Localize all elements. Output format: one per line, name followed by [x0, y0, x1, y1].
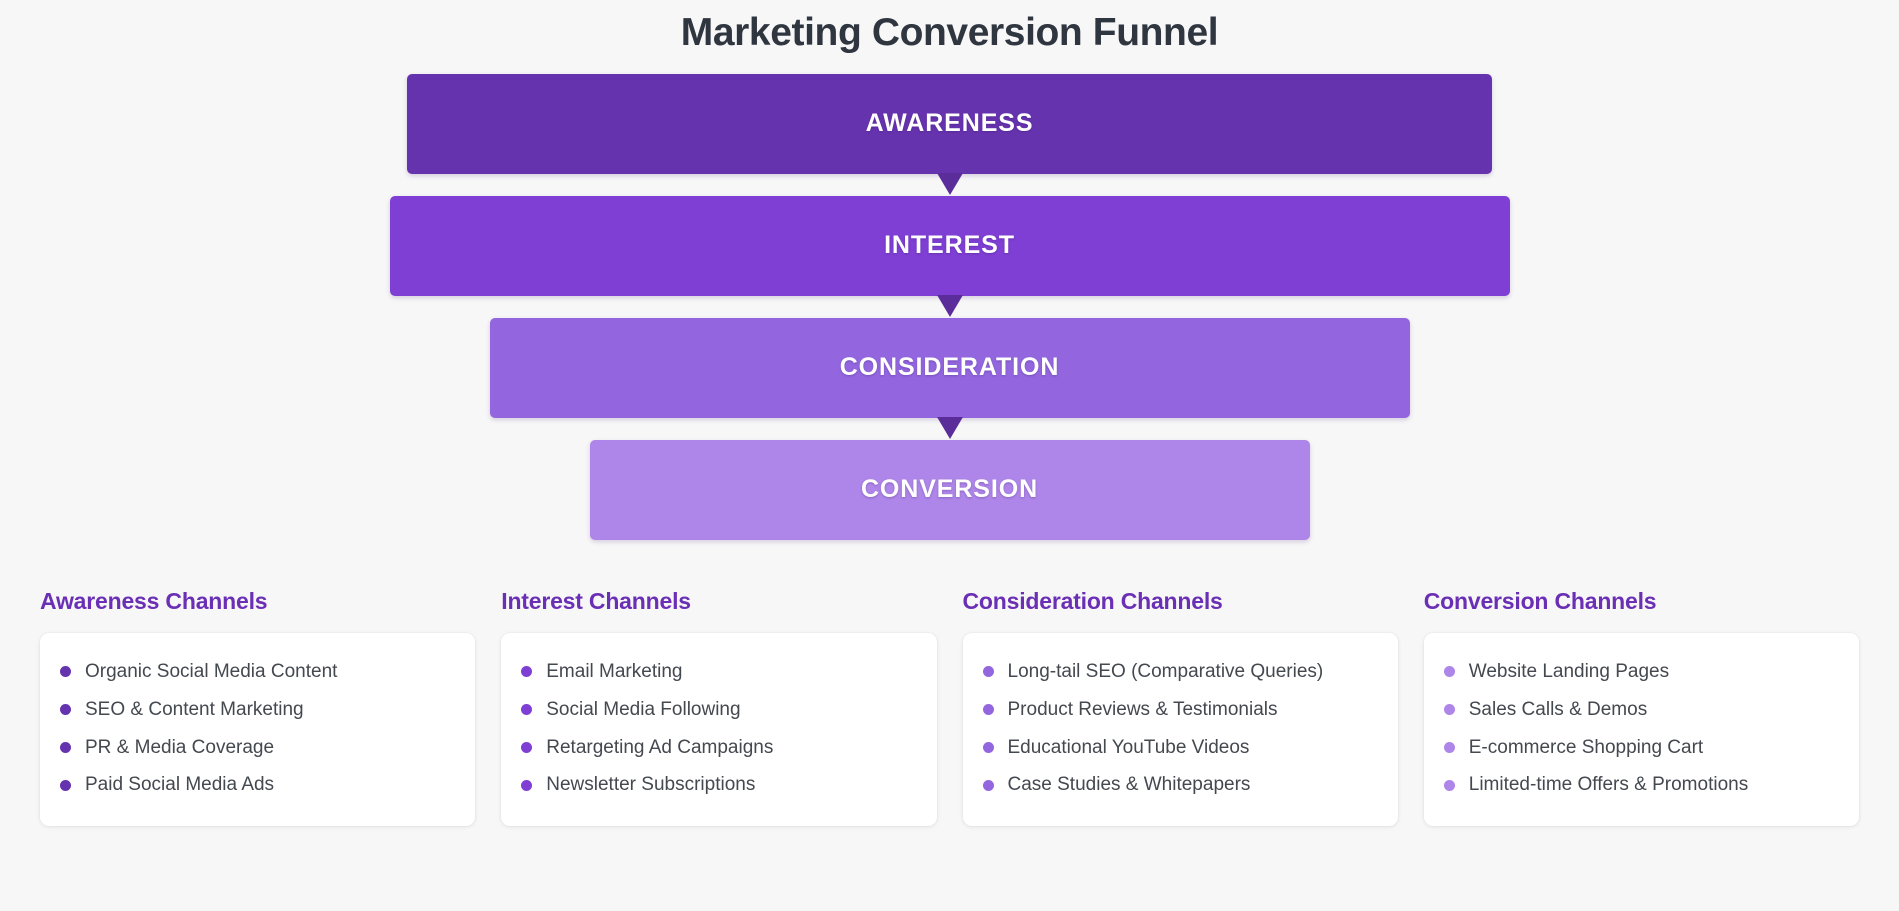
list-item-label: Organic Social Media Content — [85, 661, 338, 682]
channel-column-interest: Interest Channels Email Marketing Social… — [501, 588, 937, 826]
bullet-icon — [60, 704, 71, 716]
bullet-icon — [982, 666, 994, 678]
channel-card: Website Landing Pages Sales Calls & Demo… — [1423, 633, 1859, 826]
funnel-stage-label: CONSIDERATION — [839, 353, 1060, 382]
list-item-label: Educational YouTube Videos — [1007, 736, 1250, 758]
bullet-icon — [60, 741, 71, 753]
channel-column-heading: Conversion Channels — [1423, 588, 1657, 614]
list-item[interactable]: Case Studies & Whitepapers — [982, 766, 1378, 804]
list-item[interactable]: Newsletter Subscriptions — [521, 766, 916, 804]
list-item-label: Sales Calls & Demos — [1468, 698, 1648, 720]
channel-card: Email Marketing Social Media Following R… — [501, 633, 937, 826]
list-item-label: Product Reviews & Testimonials — [1007, 698, 1278, 720]
bullet-icon — [521, 704, 533, 716]
list-item-label: Retargeting Ad Campaigns — [546, 736, 774, 758]
channel-columns: Awareness Channels Organic Social Media … — [0, 588, 1899, 826]
channel-list: Email Marketing Social Media Following R… — [521, 653, 916, 804]
funnel-connector-1 — [0, 172, 1899, 196]
channel-card: Organic Social Media Content SEO & Conte… — [40, 633, 476, 826]
bullet-icon — [982, 741, 994, 753]
list-item[interactable]: Paid Social Media Ads — [60, 766, 455, 804]
funnel-stage-awareness[interactable]: AWARENESS — [407, 73, 1492, 174]
channel-column-heading: Consideration Channels — [962, 588, 1223, 614]
list-item-label: SEO & Content Marketing — [85, 698, 304, 720]
list-item-label: Paid Social Media Ads — [85, 774, 275, 796]
list-item[interactable]: Organic Social Media Content — [60, 653, 455, 691]
funnel-diagram: AWARENESS INTEREST CONSIDERATION CONVERS… — [0, 73, 1899, 540]
funnel-infographic-page: Marketing Conversion Funnel AWARENESS IN… — [0, 0, 1899, 911]
funnel-stage-consideration[interactable]: CONSIDERATION — [489, 317, 1410, 418]
arrow-down-icon — [936, 172, 963, 195]
bullet-icon — [1443, 704, 1455, 716]
bullet-icon — [1443, 741, 1455, 753]
funnel-connector-2 — [0, 294, 1899, 318]
list-item[interactable]: Product Reviews & Testimonials — [982, 691, 1378, 729]
list-item[interactable]: Website Landing Pages — [1443, 653, 1839, 691]
channel-list: Website Landing Pages Sales Calls & Demo… — [1443, 653, 1839, 804]
funnel-stage-wrap-3: CONSIDERATION — [0, 317, 1899, 418]
list-item-label: PR & Media Coverage — [85, 736, 275, 758]
bullet-icon — [1443, 666, 1455, 678]
funnel-stage-wrap-2: INTEREST — [0, 195, 1899, 296]
list-item-label: Email Marketing — [546, 661, 683, 682]
bullet-icon — [60, 779, 71, 791]
bullet-icon — [521, 741, 533, 753]
list-item[interactable]: SEO & Content Marketing — [60, 691, 455, 729]
list-item-label: Case Studies & Whitepapers — [1007, 774, 1251, 796]
bullet-icon — [521, 666, 533, 678]
bullet-icon — [982, 704, 994, 716]
bullet-icon — [60, 666, 71, 678]
list-item[interactable]: Retargeting Ad Campaigns — [521, 729, 916, 767]
funnel-stage-wrap-1: AWARENESS — [0, 73, 1899, 174]
list-item-label: Newsletter Subscriptions — [546, 774, 756, 796]
list-item[interactable]: Limited-time Offers & Promotions — [1443, 766, 1839, 804]
list-item[interactable]: Educational YouTube Videos — [982, 729, 1378, 767]
channel-column-conversion: Conversion Channels Website Landing Page… — [1423, 588, 1859, 826]
channel-column-heading: Interest Channels — [501, 588, 691, 614]
arrow-down-icon — [936, 294, 963, 317]
bullet-icon — [521, 779, 533, 791]
list-item[interactable]: E-commerce Shopping Cart — [1443, 729, 1839, 767]
list-item[interactable]: Email Marketing — [521, 653, 916, 691]
funnel-stage-wrap-4: CONVERSION — [0, 439, 1899, 540]
list-item-label: Website Landing Pages — [1468, 661, 1670, 682]
funnel-connector-3 — [0, 416, 1899, 440]
funnel-stage-label: AWARENESS — [865, 109, 1034, 138]
bullet-icon — [1443, 779, 1455, 791]
list-item[interactable]: Sales Calls & Demos — [1443, 691, 1839, 729]
channel-card: Long-tail SEO (Comparative Queries) Prod… — [962, 633, 1398, 826]
page-title: Marketing Conversion Funnel — [680, 11, 1219, 54]
list-item[interactable]: Social Media Following — [521, 691, 916, 729]
list-item-label: E-commerce Shopping Cart — [1468, 736, 1704, 758]
arrow-down-icon — [936, 416, 963, 439]
list-item-label: Long-tail SEO (Comparative Queries) — [1007, 661, 1324, 682]
bullet-icon — [982, 779, 994, 791]
list-item-label: Limited-time Offers & Promotions — [1468, 774, 1749, 796]
channel-column-heading: Awareness Channels — [40, 588, 268, 614]
channel-list: Organic Social Media Content SEO & Conte… — [60, 653, 455, 804]
channel-list: Long-tail SEO (Comparative Queries) Prod… — [982, 653, 1378, 804]
funnel-stage-interest[interactable]: INTEREST — [389, 195, 1510, 296]
funnel-stage-label: CONVERSION — [860, 475, 1039, 504]
list-item[interactable]: PR & Media Coverage — [60, 729, 455, 767]
funnel-stage-conversion[interactable]: CONVERSION — [589, 439, 1310, 540]
channel-column-awareness: Awareness Channels Organic Social Media … — [40, 588, 476, 826]
list-item[interactable]: Long-tail SEO (Comparative Queries) — [982, 653, 1378, 691]
funnel-stage-label: INTEREST — [884, 231, 1015, 260]
list-item-label: Social Media Following — [546, 698, 741, 720]
channel-column-consideration: Consideration Channels Long-tail SEO (Co… — [962, 588, 1398, 826]
